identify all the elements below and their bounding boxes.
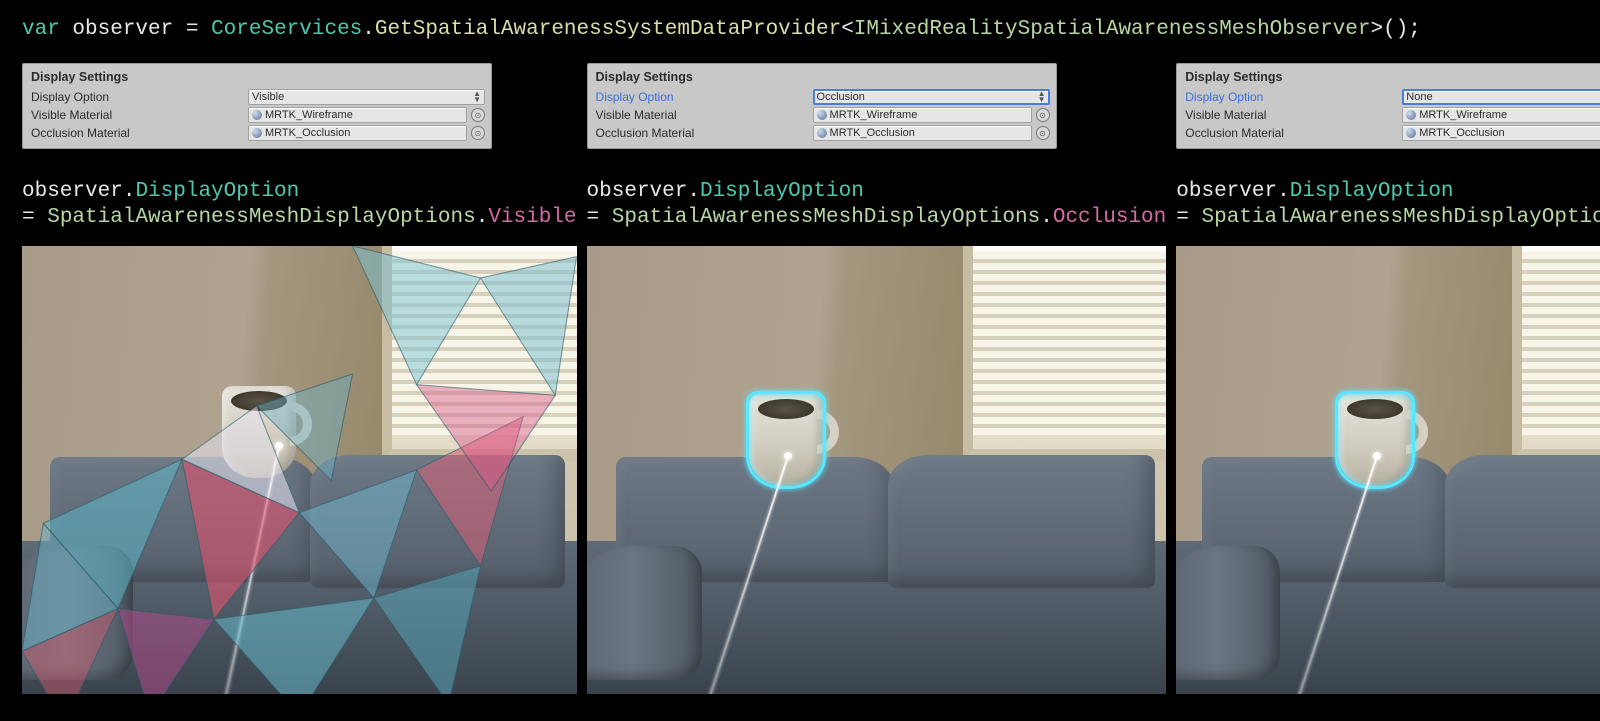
hologram-outline (746, 391, 826, 489)
label-occlusion-material: Occlusion Material (29, 126, 244, 140)
blinds (392, 252, 576, 435)
object-field-value: MRTK_Wireframe (265, 109, 353, 121)
material-sphere-icon (1406, 128, 1416, 138)
object-field-value: MRTK_Wireframe (830, 109, 918, 121)
code-block: observer.DisplayOption= SpatialAwareness… (22, 179, 577, 232)
dropdown-display-option[interactable]: None▲▼ (1402, 89, 1600, 105)
object-picker-icon[interactable]: ⊙ (471, 108, 485, 122)
label-occlusion-material: Occlusion Material (1183, 126, 1398, 140)
inspector-panel: Display Settings Display Option None▲▼ Visi… (1176, 63, 1600, 149)
dropdown-value: Visible (252, 91, 284, 103)
kw-var: var (22, 18, 60, 41)
ident-observer: observer (72, 18, 173, 41)
object-field-value: MRTK_Occlusion (265, 127, 350, 139)
inspector-title: Display Settings (1183, 68, 1600, 88)
dropdown-arrows-icon: ▲▼ (473, 91, 481, 103)
hologram-mug (749, 394, 823, 486)
dropdown-value: None (1406, 91, 1432, 103)
dropdown-display-option[interactable]: Occlusion ▲▼ (813, 89, 1050, 105)
label-visible-material: Visible Material (29, 108, 244, 122)
label-visible-material: Visible Material (1183, 108, 1398, 122)
object-field-value: MRTK_Occlusion (830, 127, 915, 139)
type-coreservices: CoreServices (211, 18, 362, 41)
blinds (1522, 252, 1600, 435)
label-visible-material: Visible Material (594, 108, 809, 122)
label-display-option: Display Option (1183, 90, 1398, 104)
inspector-panel: Display SettingsDisplay OptionVisible▲▼V… (22, 63, 492, 149)
hologram-mug (222, 386, 296, 478)
column-0: Display SettingsDisplay OptionVisible▲▼V… (22, 63, 587, 694)
inspector-title: Display Settings (594, 68, 1050, 88)
preview-scene (1176, 246, 1600, 694)
material-sphere-icon (817, 128, 827, 138)
object-picker-icon[interactable]: ⊙ (471, 126, 485, 140)
preview-scene (22, 246, 577, 694)
object-field-value: MRTK_Occlusion (1419, 127, 1504, 139)
couch (587, 416, 1167, 694)
code-line-top: var observer = CoreServices.GetSpatialAw… (0, 0, 1600, 51)
object-field-visible-material[interactable]: MRTK_Wireframe (1402, 107, 1600, 123)
column-2: Display Settings Display Option None▲▼ Visi… (1176, 63, 1600, 694)
object-field-visible-material[interactable]: MRTK_Wireframe (248, 107, 467, 123)
type-interface: IMixedRealitySpatialAwarenessMeshObserve… (854, 18, 1371, 41)
blinds (973, 252, 1166, 435)
code-block: observer.DisplayOption= SpatialAwareness… (587, 179, 1167, 232)
object-field-occlusion-material[interactable]: MRTK_Occlusion (1402, 125, 1600, 141)
label-display-option: Display Option (594, 90, 809, 104)
couch (22, 416, 577, 694)
hologram-mug (1338, 394, 1412, 486)
object-picker-icon[interactable]: ⊙ (1036, 126, 1050, 140)
label-occlusion-material: Occlusion Material (594, 126, 809, 140)
material-sphere-icon (1406, 110, 1416, 120)
columns: Display SettingsDisplay OptionVisible▲▼V… (0, 51, 1600, 694)
method-get: GetSpatialAwarenessSystemDataProvider (375, 18, 841, 41)
column-1: Display Settings Display Option Occlusion ▲… (587, 63, 1177, 694)
material-sphere-icon (252, 128, 262, 138)
preview-scene (587, 246, 1167, 694)
dropdown-display-option[interactable]: Visible ▲▼ (248, 89, 485, 105)
label-display-option: Display Option (29, 90, 244, 104)
object-picker-icon[interactable]: ⊙ (1036, 108, 1050, 122)
object-field-value: MRTK_Wireframe (1419, 109, 1507, 121)
object-field-visible-material[interactable]: MRTK_Wireframe (813, 107, 1032, 123)
object-field-occlusion-material[interactable]: MRTK_Occlusion (248, 125, 467, 141)
material-sphere-icon (817, 110, 827, 120)
inspector-title: Display Settings (29, 68, 485, 88)
material-sphere-icon (252, 110, 262, 120)
object-field-occlusion-material[interactable]: MRTK_Occlusion (813, 125, 1032, 141)
dropdown-value: Occlusion (817, 91, 865, 103)
hologram-outline (1335, 391, 1415, 489)
dropdown-arrows-icon: ▲▼ (1038, 91, 1046, 103)
code-block: observer.DisplayOption= SpatialAwareness… (1176, 179, 1600, 232)
inspector-panel: Display Settings Display Option Occlusion ▲… (587, 63, 1057, 149)
